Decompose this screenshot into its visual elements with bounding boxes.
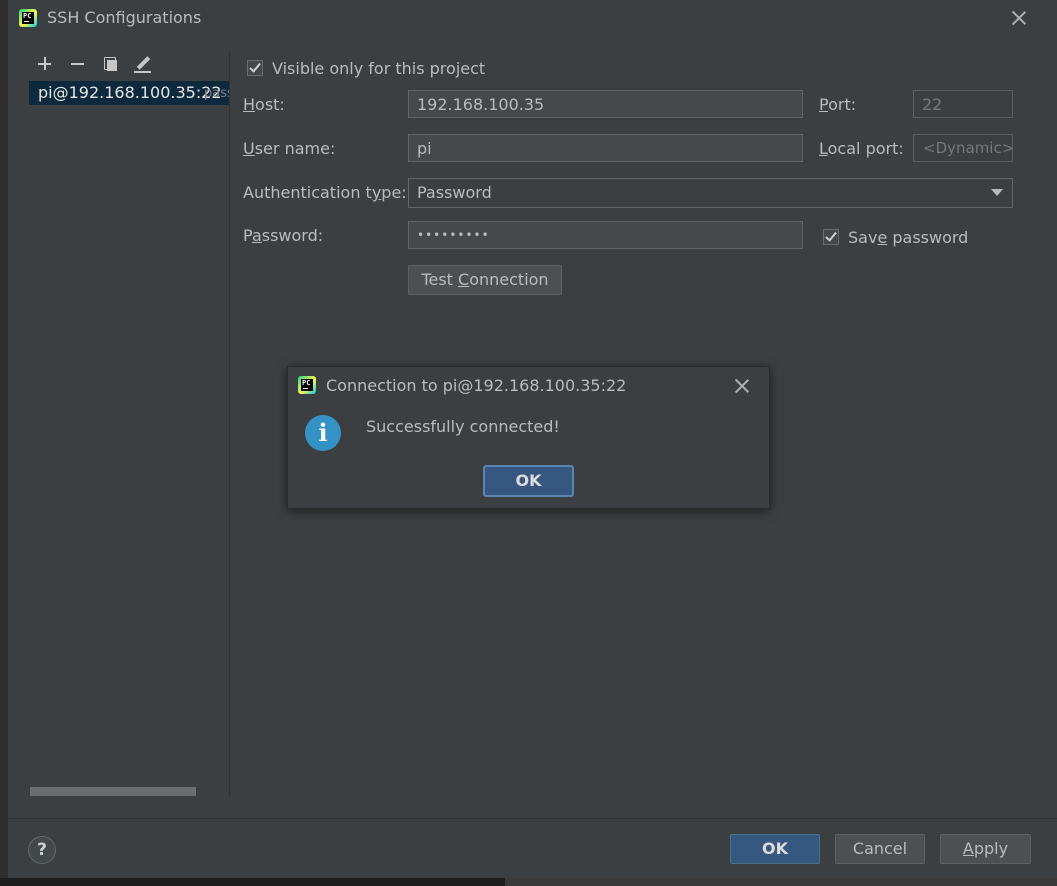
footer-divider <box>8 818 1057 819</box>
close-icon[interactable] <box>734 378 750 394</box>
help-button[interactable]: ? <box>28 836 56 864</box>
host-input[interactable]: 192.168.100.35 <box>408 90 803 118</box>
auth-type-value: Password <box>417 183 492 202</box>
host-label: Host: <box>243 95 285 114</box>
auth-type-select[interactable]: Password <box>408 178 1013 208</box>
taskbar-strip <box>505 878 1057 886</box>
local-port-label: Local port: <box>819 139 904 158</box>
remove-icon[interactable] <box>68 54 88 74</box>
cancel-button[interactable]: Cancel <box>835 834 925 864</box>
horizontal-scrollbar[interactable] <box>30 787 196 796</box>
pycharm-logo-icon: PC <box>298 376 316 394</box>
copy-icon[interactable] <box>100 54 120 74</box>
local-port-input[interactable]: <Dynamic> <box>913 134 1013 162</box>
ok-button[interactable]: OK <box>730 834 820 864</box>
auth-type-label: Authentication type: <box>243 183 407 202</box>
save-password-label: Save password <box>848 228 969 247</box>
port-input[interactable]: 22 <box>913 90 1013 118</box>
divider <box>229 50 230 798</box>
list-item[interactable]: pi@192.168.100.35:22 password <box>29 81 229 105</box>
list-item-auth: password <box>204 86 229 101</box>
visible-only-checkbox[interactable] <box>247 60 263 76</box>
connection-dialog: PC Connection to pi@192.168.100.35:22 i … <box>287 366 770 509</box>
port-label: Port: <box>819 95 857 114</box>
apply-button[interactable]: Apply <box>940 834 1031 864</box>
dialog-message: Successfully connected! <box>366 417 560 436</box>
title-bar: PC SSH Configurations <box>8 0 1057 36</box>
dialog-ok-button[interactable]: OK <box>483 465 574 497</box>
close-icon[interactable] <box>1011 10 1027 26</box>
save-password-checkbox[interactable] <box>823 229 839 245</box>
info-icon: i <box>305 415 341 451</box>
pycharm-logo-icon: PC <box>19 9 37 27</box>
add-icon[interactable] <box>35 54 55 74</box>
dialog-title: Connection to pi@192.168.100.35:22 <box>326 376 627 395</box>
test-connection-button[interactable]: Test Connection <box>408 265 562 295</box>
password-label: Password: <box>243 226 324 245</box>
chevron-down-icon <box>991 189 1003 196</box>
user-name-input[interactable]: pi <box>408 134 803 162</box>
user-name-label: User name: <box>243 139 336 158</box>
list-item-host: pi@192.168.100.35:22 <box>38 83 222 102</box>
edit-icon[interactable] <box>133 54 153 74</box>
ssh-configurations-window: PC SSH Configurations pi@192.168.100.35:… <box>8 0 1057 878</box>
visible-only-label: Visible only for this project <box>272 59 486 78</box>
taskbar-strip <box>0 878 505 886</box>
background-strip <box>0 0 8 878</box>
password-input[interactable]: ••••••••• <box>408 221 803 249</box>
window-title: SSH Configurations <box>47 8 202 27</box>
